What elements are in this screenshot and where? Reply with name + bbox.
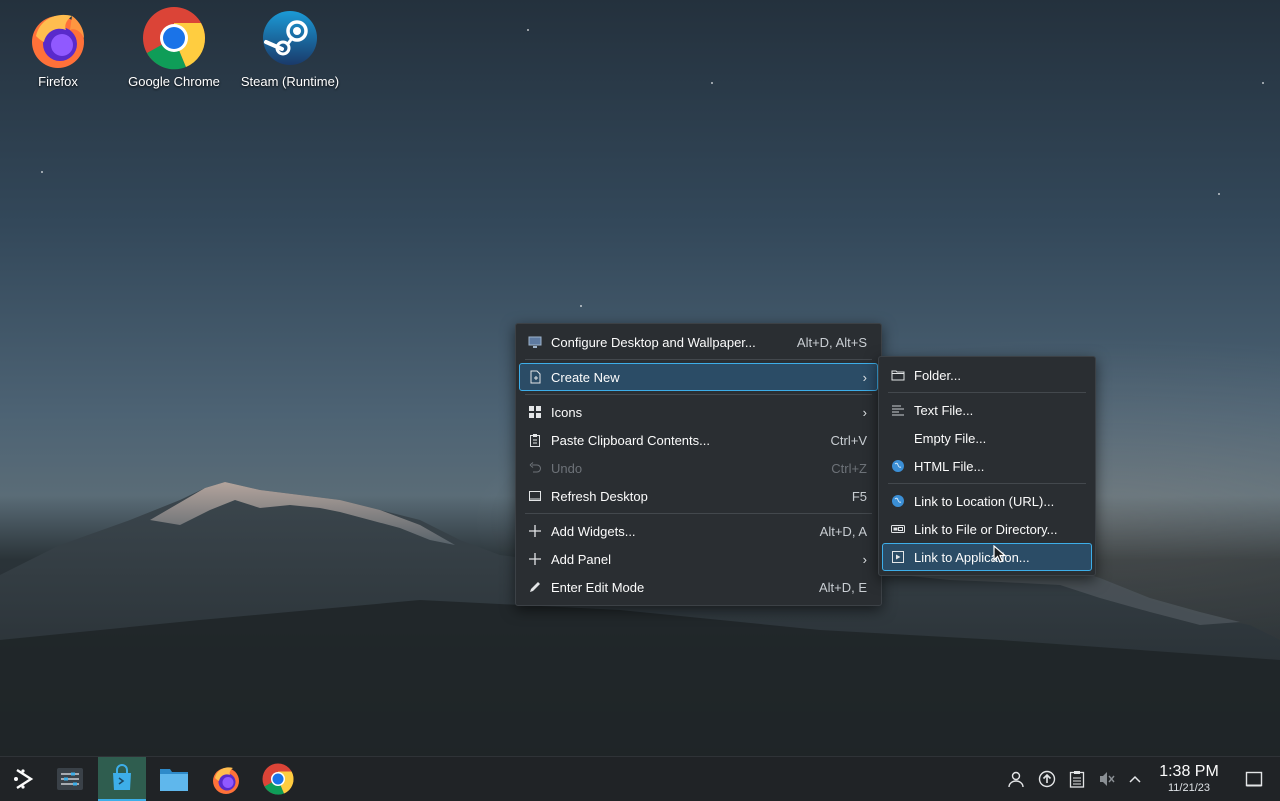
desktop-context-menu: Configure Desktop and Wallpaper... Alt+D…	[515, 323, 882, 606]
empty-file-icon	[891, 431, 905, 445]
firefox-icon	[26, 6, 90, 70]
pencil-icon	[528, 580, 542, 594]
submenu-item-html-file[interactable]: HTML File...	[882, 452, 1092, 480]
menu-item-paste[interactable]: Paste Clipboard Contents... Ctrl+V	[519, 426, 878, 454]
chevron-right-icon: ›	[862, 404, 867, 420]
menu-separator	[525, 359, 872, 360]
chevron-right-icon: ›	[862, 551, 867, 567]
menu-item-configure-desktop[interactable]: Configure Desktop and Wallpaper... Alt+D…	[519, 328, 878, 356]
update-icon[interactable]	[1037, 769, 1057, 789]
plus-icon	[528, 552, 542, 566]
mouse-cursor-icon	[993, 545, 1007, 563]
star	[527, 29, 529, 31]
menu-item-add-widgets[interactable]: Add Widgets... Alt+D, A	[519, 517, 878, 545]
globe-icon	[891, 494, 905, 508]
taskbar-system-settings[interactable]	[46, 757, 94, 801]
desktop-icon-label: Steam (Runtime)	[240, 74, 340, 89]
desktop-icon-firefox[interactable]: Firefox	[3, 6, 113, 89]
menu-item-create-new[interactable]: Create New ›	[519, 363, 878, 391]
desktop-icon-label: Google Chrome	[128, 74, 220, 89]
application-launcher-button[interactable]	[0, 757, 48, 801]
clock-date: 11/21/23	[1167, 782, 1210, 794]
taskbar	[0, 756, 1280, 801]
discover-store-icon	[113, 764, 131, 790]
menu-separator	[525, 394, 872, 395]
clock-time: 1:38 PM	[1159, 763, 1219, 780]
submenu-item-link-url[interactable]: Link to Location (URL)...	[882, 487, 1092, 515]
clipboard-icon	[528, 433, 542, 447]
globe-icon	[891, 459, 905, 473]
text-file-icon	[891, 403, 905, 417]
chevron-up-icon[interactable]	[1125, 769, 1145, 789]
chrome-icon	[142, 6, 206, 70]
application-icon	[891, 550, 905, 564]
digital-clock[interactable]: 1:38 PM 11/21/23	[1152, 764, 1226, 794]
menu-item-add-panel[interactable]: Add Panel ›	[519, 545, 878, 573]
taskbar-chrome[interactable]	[254, 757, 302, 801]
star	[1262, 82, 1264, 84]
star	[711, 82, 713, 84]
chrome-icon	[262, 763, 294, 795]
system-settings-icon	[57, 768, 83, 790]
menu-item-enter-edit-mode[interactable]: Enter Edit Mode Alt+D, E	[519, 573, 878, 601]
plus-icon	[528, 524, 542, 538]
star	[41, 171, 43, 173]
file-manager-icon	[160, 769, 188, 791]
show-desktop-icon[interactable]	[1244, 769, 1264, 789]
refresh-desktop-icon	[528, 489, 542, 503]
taskbar-discover[interactable]	[98, 757, 146, 801]
desktop-icon-label: Firefox	[38, 74, 78, 89]
application-launcher-icon	[14, 768, 34, 790]
submenu-item-link-application[interactable]: Link to Application...	[882, 543, 1092, 571]
menu-item-undo[interactable]: Undo Ctrl+Z	[519, 454, 878, 482]
star	[580, 305, 582, 307]
menu-item-icons[interactable]: Icons ›	[519, 398, 878, 426]
undo-icon	[528, 461, 542, 475]
monitor-icon	[528, 335, 542, 349]
clipboard-icon[interactable]	[1067, 769, 1087, 789]
star	[1218, 193, 1220, 195]
taskbar-firefox[interactable]	[202, 757, 250, 801]
new-document-icon	[528, 370, 542, 384]
create-new-submenu: Folder... Text File... Empty File... HTM…	[878, 356, 1096, 576]
menu-separator	[888, 392, 1086, 393]
link-icon	[891, 522, 905, 536]
menu-separator	[888, 483, 1086, 484]
grid-icon	[528, 405, 542, 419]
submenu-item-empty-file[interactable]: Empty File...	[882, 424, 1092, 452]
desktop-icon-chrome[interactable]: Google Chrome	[119, 6, 229, 89]
volume-muted-icon[interactable]	[1097, 769, 1117, 789]
submenu-item-text-file[interactable]: Text File...	[882, 396, 1092, 424]
user-icon[interactable]	[1006, 769, 1026, 789]
taskbar-file-manager[interactable]	[150, 757, 198, 801]
menu-item-refresh-desktop[interactable]: Refresh Desktop F5	[519, 482, 878, 510]
steam-icon	[258, 6, 322, 70]
submenu-item-folder[interactable]: Folder...	[882, 361, 1092, 389]
desktop-icon-steam[interactable]: Steam (Runtime)	[235, 6, 345, 89]
folder-icon	[891, 368, 905, 382]
firefox-icon	[213, 767, 239, 794]
chevron-right-icon: ›	[862, 369, 867, 385]
submenu-item-link-file[interactable]: Link to File or Directory...	[882, 515, 1092, 543]
menu-separator	[525, 513, 872, 514]
